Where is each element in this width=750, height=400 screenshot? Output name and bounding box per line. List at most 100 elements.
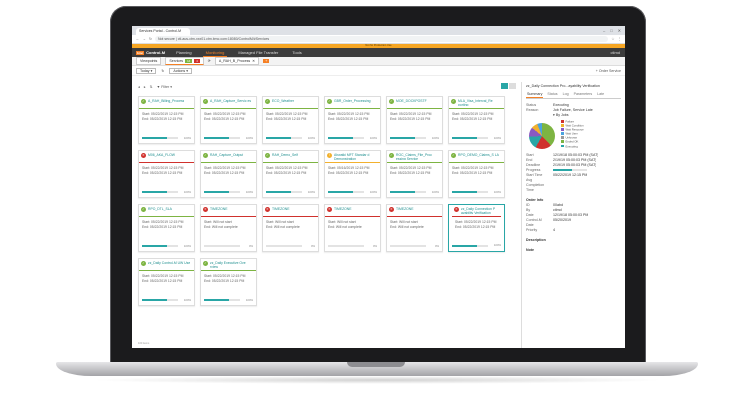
service-card[interactable]: ✓ RAH_Demo_Self Start: 05/22/2019 12:15 PM… [262,150,319,198]
service-name[interactable]: ROC_Claims_File_Proc essing Service [396,153,440,160]
service-name[interactable]: GBR_Order_Processing [334,99,371,106]
service-name[interactable]: TIMEZONE [272,207,290,214]
nav-tools[interactable]: Tools [289,48,304,57]
service-name[interactable]: RPO_DEMO_Claims_S LA [458,153,499,160]
tab-services[interactable]: Services 14 4 [165,57,204,65]
service-name[interactable]: TIMEZONE [334,207,352,214]
service-card[interactable]: ✓ MLA_Visa_Interval_Re porting Start: 05/2… [448,96,505,144]
service-progress-bar [452,137,488,139]
nav-monitoring[interactable]: Monitoring [202,48,228,57]
service-card-header: ! Ahwatki MFT Standar d Demonstration [325,151,380,163]
service-name[interactable]: MOE_DOCKPOSTF [396,99,427,106]
forward-icon[interactable]: → [143,37,147,41]
service-card[interactable]: ✕ TIMEZONE Start: Will not start End: Will … [386,204,443,252]
back-icon[interactable]: ← [136,37,140,41]
nav-managed-file-transfer[interactable]: Managed File Transfer [235,48,281,57]
service-end: End: 05/22/2019 12:15 PM [455,225,496,229]
add-tab-icon[interactable]: + [263,59,270,63]
service-detail-panel: zz_Daily Connection Pro...ayability Veri… [521,82,625,348]
service-card[interactable]: ✓ zz_Daily Executive Ove rview Start: 05/2… [200,258,257,306]
service-name[interactable]: RAH_Capture_Output [210,153,243,160]
nav-planning[interactable]: Planning [173,48,195,57]
sort-icon[interactable]: ⇅ [150,85,153,89]
error-icon: ✕ [389,207,394,212]
refresh-icon[interactable]: ⟳ [208,59,211,63]
service-card-body: Start: 05/22/2019 12:15 PM End: 05/22/201… [263,109,318,122]
by-jobs-label[interactable]: ▾ By Jobs [526,113,621,118]
user-menu[interactable]: ctlmd [610,50,625,55]
refresh-button[interactable]: ↻ [161,69,164,73]
service-progress-text: 100% [493,243,501,247]
service-card-body: Start: Will not start End: Will not compl… [201,217,256,230]
service-name[interactable]: zz_Daily Control-M UW Use [148,261,190,268]
service-card[interactable]: ✕ zz_Daily Connection P ayability Verific… [448,204,505,252]
filter-button[interactable]: ▼ Filter ▾ [157,85,172,89]
check-icon: ✓ [389,153,394,158]
actions-menu[interactable]: Actions ▾ [169,67,193,74]
service-name[interactable]: A_RAH_Billing_Process [148,99,184,106]
star-icon[interactable]: ☆ [611,37,614,41]
app-header: bmc Control-M Planning Monitoring Managed… [132,48,625,57]
service-card[interactable]: ✓ ECO_Weather Start: 05/22/2019 12:15 PM En… [262,96,319,144]
browser-tab[interactable]: Services Portal - Control-M [136,28,190,35]
service-end: End: Will not complete [328,225,362,229]
service-name[interactable]: M06_AKA_FLOW [148,153,175,160]
service-name[interactable]: ECO_Weather [272,99,294,106]
url-field[interactable]: Not secure | ctl-aus-ctm-xxx01.ctm.bmc.c… [154,36,609,42]
list-view-icon[interactable] [509,83,516,89]
service-card-body: Start: Will not start End: Will not compl… [263,217,318,230]
detail-tab-late[interactable]: Late [596,91,605,98]
detail-tab-status[interactable]: Status [546,91,558,98]
tab-viewpoints[interactable]: Viewpoints [136,57,162,65]
service-card[interactable]: ✕ TIMEZONE Start: Will not start End: Will … [324,204,381,252]
detail-tab-summary[interactable]: Summary [526,91,544,98]
tab-open-service[interactable]: A_RAH_B_Process ✕ [214,57,260,65]
service-card[interactable]: ✓ A_RAH_Billing_Process Start: 05/22/2019 … [138,96,195,144]
date-select[interactable]: Today ▾ [136,67,157,74]
maximize-icon[interactable]: □ [610,26,612,35]
service-card[interactable]: ✓ ROC_Claims_File_Proc essing Service Star… [386,150,443,198]
service-card[interactable]: ✕ TIMEZONE Start: Will not start End: Will … [262,204,319,252]
check-icon: ✓ [203,153,208,158]
grid-view-icon[interactable] [501,83,508,89]
detail-tab-parameters[interactable]: Parameters [573,91,594,98]
service-name[interactable]: Ahwatki MFT Standar d Demonstration [334,153,378,160]
service-progress-bar [204,191,240,193]
detail-tab-log[interactable]: Log [562,91,570,98]
prev-icon[interactable]: ◂ [138,85,140,89]
close-icon[interactable]: ✕ [618,26,621,35]
service-card-header: ✓ ECO_Weather [263,97,318,109]
service-card[interactable]: ✓ GBR_Order_Processing Start: 05/22/2019 1… [324,96,381,144]
minimize-icon[interactable]: – [603,26,605,35]
service-name[interactable]: RAH_Demo_Self [272,153,298,160]
service-card[interactable]: ✓ RAH_Capture_Output Start: 05/22/2019 12:… [200,150,257,198]
order-field: Control-M Date 05/20/2019 [526,218,571,227]
service-card[interactable]: ✓ A_RAH_Capture_Servic es Start: 05/22/201… [200,96,257,144]
service-name[interactable]: RPO_DTL_SLA [148,207,172,214]
menu-icon[interactable]: ⋮ [618,37,622,41]
service-name[interactable]: zz_Daily Executive Ove rview [210,261,254,268]
reload-icon[interactable]: ↻ [149,37,152,41]
service-progress-text: 100% [183,298,191,302]
service-card[interactable]: ✓ RPO_DEMO_Claims_S LA Start: 05/22/2019 1… [448,150,505,198]
service-progress-text: 100% [431,136,439,140]
service-name[interactable]: TIMEZONE [396,207,414,214]
order-service-button[interactable]: + Order Service [596,69,621,73]
service-progress-bar [266,245,302,247]
service-card[interactable]: ✓ zz_Daily Control-M UW Use Start: 05/22/2… [138,258,195,306]
service-card[interactable]: ✕ M06_AKA_FLOW Start: 05/22/2019 12:15 PM E… [138,150,195,198]
service-card[interactable]: ✓ MOE_DOCKPOSTF Start: 05/22/2019 12:15 PM… [386,96,443,144]
items-count: 100 items [138,342,150,345]
service-card-body: Start: 05/22/2019 12:15 PM End: 05/22/201… [387,109,442,122]
service-card[interactable]: ! Ahwatki MFT Standar d Demonstration Star… [324,150,381,198]
service-name[interactable]: A_RAH_Capture_Servic es [210,99,251,106]
jobs-pie-chart [529,123,555,149]
service-name[interactable]: TIMEZONE [210,207,228,214]
pie-legend: Failure Wait Condition Wait Resource Wait U… [561,120,584,149]
service-name[interactable]: zz_Daily Connection P ayability Verifica… [461,207,499,214]
view-tabs: Viewpoints Services 14 4 ⟳ A_RAH_B_Proce… [132,57,625,66]
next-icon[interactable]: ▸ [144,85,146,89]
service-card[interactable]: ✓ RPO_DTL_SLA Start: 05/22/2019 12:15 PM En… [138,204,195,252]
service-card[interactable]: ✕ TIMEZONE Start: Will not start End: Will … [200,204,257,252]
service-name[interactable]: MLA_Visa_Interval_Re porting [458,99,502,106]
